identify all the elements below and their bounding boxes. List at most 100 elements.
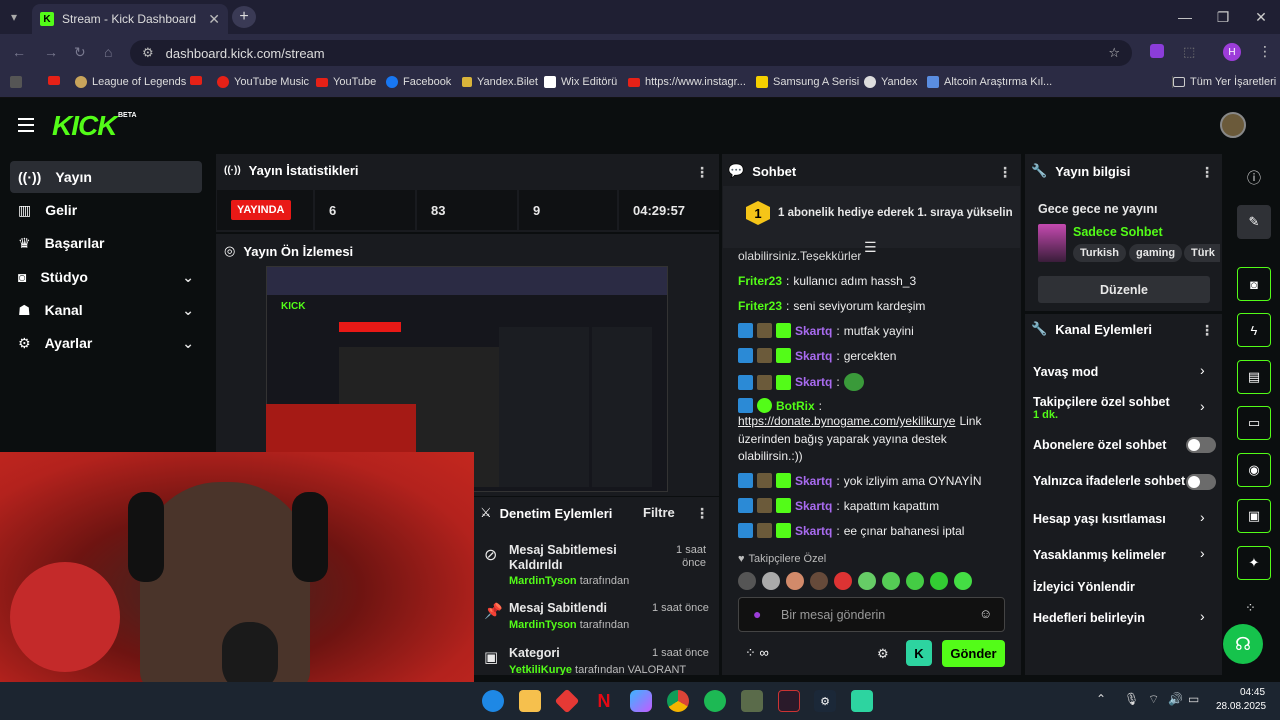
slow-mode-row[interactable]: Yavaş mod: [1033, 365, 1098, 379]
viewer-redirect-row[interactable]: İzleyici Yönlendir: [1033, 580, 1135, 594]
notes-icon[interactable]: ▤: [1237, 360, 1271, 394]
chat-menu-icon[interactable]: ⋮: [998, 164, 1012, 181]
bookmark-ytmusic[interactable]: YouTube Music: [217, 76, 309, 88]
wifi-icon[interactable]: ⌔: [1148, 692, 1159, 707]
nav-gelir[interactable]: ▥ Gelir: [10, 194, 202, 226]
nav-studyo[interactable]: ◙ Stüdyo ⌄: [10, 261, 202, 293]
chevron-right-icon[interactable]: ›: [1200, 509, 1205, 525]
close-window-icon[interactable]: ✕: [1242, 0, 1280, 34]
chevron-right-icon[interactable]: ›: [1200, 398, 1205, 414]
battery-icon[interactable]: ▭: [1188, 692, 1199, 706]
channel-actions-menu-icon[interactable]: ⋮: [1200, 322, 1214, 339]
chevron-right-icon[interactable]: ›: [1200, 608, 1205, 624]
nav-ayarlar[interactable]: ⚙ Ayarlar ⌄: [10, 327, 202, 359]
kick-logo[interactable]: KICK: [52, 110, 117, 142]
forward-icon[interactable]: →: [44, 44, 58, 60]
bookmark-wix[interactable]: Wix Editörü: [544, 76, 617, 88]
points-icon[interactable]: ⁘ ∞: [745, 645, 769, 661]
extension-icon[interactable]: [1150, 44, 1164, 58]
bookmark-star-icon[interactable]: ☆: [1108, 45, 1120, 61]
back-icon[interactable]: ←: [12, 44, 26, 60]
emote-bar[interactable]: [738, 572, 1008, 592]
volume-icon[interactable]: 🔊: [1168, 692, 1183, 706]
new-tab-button[interactable]: +: [232, 6, 256, 28]
edit-button[interactable]: Düzenle: [1038, 276, 1210, 303]
followers-only-row[interactable]: Takipçilere özel sohbet: [1033, 395, 1170, 409]
nav-basarilar[interactable]: ♛ Başarılar: [10, 227, 202, 259]
clock-time[interactable]: 04:45: [1240, 687, 1265, 698]
bookmark-lol[interactable]: League of Legends: [75, 76, 186, 88]
chevron-right-icon[interactable]: ›: [1200, 362, 1205, 378]
banned-words-row[interactable]: Yasaklanmış kelimeler: [1033, 548, 1166, 562]
bookmark-samsung[interactable]: Samsung A Serisi: [756, 76, 859, 88]
netflix-icon[interactable]: N: [593, 690, 615, 712]
extensions-puzzle-icon[interactable]: ⬚: [1183, 44, 1195, 60]
copilot-icon[interactable]: [630, 690, 652, 712]
app-icon[interactable]: [778, 690, 800, 712]
app-icon[interactable]: [851, 690, 873, 712]
address-bar[interactable]: ⚙ dashboard.kick.com/stream ☆: [130, 40, 1132, 66]
category-name[interactable]: Sadece Sohbet: [1073, 225, 1163, 239]
bookmark-instagram[interactable]: https://www.instagr...: [628, 76, 746, 88]
reload-icon[interactable]: ↻: [74, 44, 86, 61]
edit-icon[interactable]: ✎: [1237, 205, 1271, 239]
browser-menu-icon[interactable]: ⋮: [1258, 43, 1272, 60]
steam-icon[interactable]: ⚙: [814, 690, 836, 712]
send-button[interactable]: Gönder: [942, 640, 1005, 667]
menu-icon[interactable]: [18, 118, 34, 132]
bookmark-yt-icon[interactable]: [190, 76, 202, 85]
stream-info-menu-icon[interactable]: ⋮: [1200, 164, 1214, 181]
bookmark-yandex-bilet[interactable]: Yandex.Bilet: [462, 76, 538, 88]
tab-search-icon[interactable]: ▾: [0, 6, 28, 28]
chat-input[interactable]: ● Bir mesaj gönderin ☺: [738, 597, 1005, 632]
maximize-icon[interactable]: ❐: [1204, 0, 1242, 34]
bookmark-yandex[interactable]: Yandex: [864, 76, 918, 88]
home-icon[interactable]: ⌂: [104, 44, 112, 60]
tray-chevron-icon[interactable]: ⌃: [1096, 692, 1106, 706]
chrome-icon[interactable]: [667, 690, 689, 712]
chat-icon[interactable]: ▭: [1237, 406, 1271, 440]
file-explorer-icon[interactable]: [519, 690, 541, 712]
edge-icon[interactable]: [482, 690, 504, 712]
video-icon[interactable]: ▣: [1237, 499, 1271, 533]
moderation-menu-icon[interactable]: ⋮: [695, 505, 709, 522]
bookmark-altcoin[interactable]: Altcoin Araştırma Kıl...: [927, 76, 1052, 88]
support-headset-icon[interactable]: ☊: [1223, 624, 1263, 664]
nav-yayin[interactable]: ((·)) Yayın: [10, 161, 202, 193]
studio-icon[interactable]: ◙: [1237, 267, 1271, 301]
points-icon[interactable]: ⁘: [1245, 600, 1256, 616]
expand-icon[interactable]: ☰: [864, 239, 877, 256]
filter-button[interactable]: Filtre: [643, 505, 675, 520]
donate-link[interactable]: https://donate.bynogame.com/yekilikurye: [738, 414, 955, 428]
account-age-row[interactable]: Hesap yaşı kısıtlaması: [1033, 512, 1166, 526]
info-icon[interactable]: ⓘ: [1247, 168, 1261, 188]
app-icon[interactable]: [741, 690, 763, 712]
apps-icon[interactable]: [10, 76, 22, 88]
emoji-icon[interactable]: ☺: [979, 606, 992, 621]
all-bookmarks[interactable]: Tüm Yer İşaretleri: [1172, 76, 1276, 88]
bookmark-facebook[interactable]: Facebook: [386, 76, 451, 88]
profile-avatar[interactable]: H: [1223, 43, 1241, 61]
stats-menu-icon[interactable]: ⋮: [695, 164, 709, 181]
kick-emote-button[interactable]: K: [906, 640, 932, 666]
user-avatar[interactable]: [1220, 112, 1246, 138]
emotes-only-toggle[interactable]: [1186, 474, 1216, 490]
mic-icon[interactable]: ●: [753, 606, 761, 622]
wrench-icon[interactable]: ✦: [1237, 546, 1271, 580]
chat-settings-icon[interactable]: ⚙: [877, 646, 889, 662]
subs-only-toggle[interactable]: [1186, 437, 1216, 453]
spotify-icon[interactable]: [704, 690, 726, 712]
lightning-icon[interactable]: ϟ: [1237, 313, 1271, 347]
browser-tab[interactable]: K Stream - Kick Dashboard ✕: [32, 4, 228, 34]
minimize-icon[interactable]: —: [1166, 0, 1204, 34]
bookmark-youtube[interactable]: YouTube: [316, 76, 376, 88]
clock-date[interactable]: 28.08.2025: [1216, 701, 1266, 712]
chevron-right-icon[interactable]: ›: [1200, 545, 1205, 561]
set-goals-row[interactable]: Hedefleri belirleyin: [1033, 611, 1145, 625]
nav-kanal[interactable]: ☗ Kanal ⌄: [10, 294, 202, 326]
tab-close-icon[interactable]: ✕: [208, 11, 220, 28]
site-info-icon[interactable]: ⚙: [142, 45, 154, 61]
broadcast-icon[interactable]: ◉: [1237, 453, 1271, 487]
mic-icon[interactable]: 🎙: [1124, 692, 1139, 706]
bookmark-youtube-icon[interactable]: [48, 76, 60, 85]
